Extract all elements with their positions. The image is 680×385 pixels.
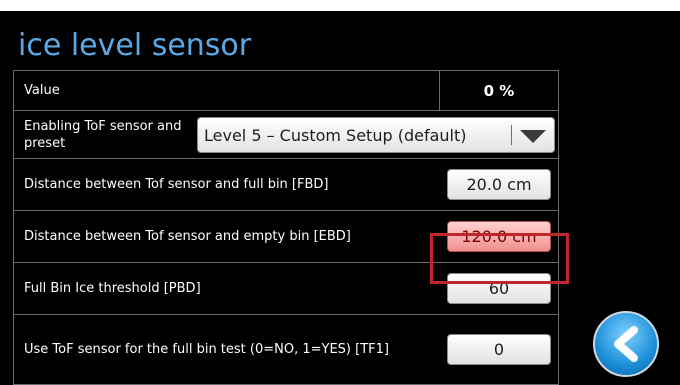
table-row-fbd: Distance between Tof sensor and full bin…: [14, 159, 558, 211]
fbd-value-button[interactable]: 20.0 cm: [447, 169, 551, 200]
preset-dropdown[interactable]: Level 5 – Custom Setup (default): [197, 117, 555, 153]
preset-selected-value: Level 5 – Custom Setup (default): [204, 125, 467, 145]
ebd-label: Distance between Tof sensor and empty bi…: [24, 229, 351, 244]
value-label: Value: [24, 83, 60, 98]
fbd-label: Distance between Tof sensor and full bin…: [24, 177, 329, 192]
selection-highlight: [430, 233, 569, 284]
tf1-label: Use ToF sensor for the full bin test (0=…: [24, 342, 389, 357]
tf1-value-button[interactable]: 0: [447, 334, 551, 365]
back-button[interactable]: [593, 311, 659, 377]
table-row-tf1: Use ToF sensor for the full bin test (0=…: [14, 315, 558, 384]
value-readout: 0 %: [483, 81, 515, 100]
back-arrow-icon: [614, 326, 638, 362]
table-row-value: Value 0 %: [14, 71, 558, 111]
preset-label: Enabling ToF sensor and preset: [24, 118, 182, 151]
settings-table: Value 0 % Enabling ToF sensor and preset…: [13, 70, 569, 385]
screen: ice level sensor Value 0 % Enabling ToF …: [0, 11, 680, 385]
chevron-down-icon[interactable]: [520, 130, 546, 143]
page-title: ice level sensor: [18, 28, 252, 63]
pbd-label: Full Bin Ice threshold [PBD]: [24, 281, 201, 296]
table-row-preset: Enabling ToF sensor and preset Level 5 –…: [14, 111, 558, 159]
dropdown-separator: [511, 125, 512, 145]
